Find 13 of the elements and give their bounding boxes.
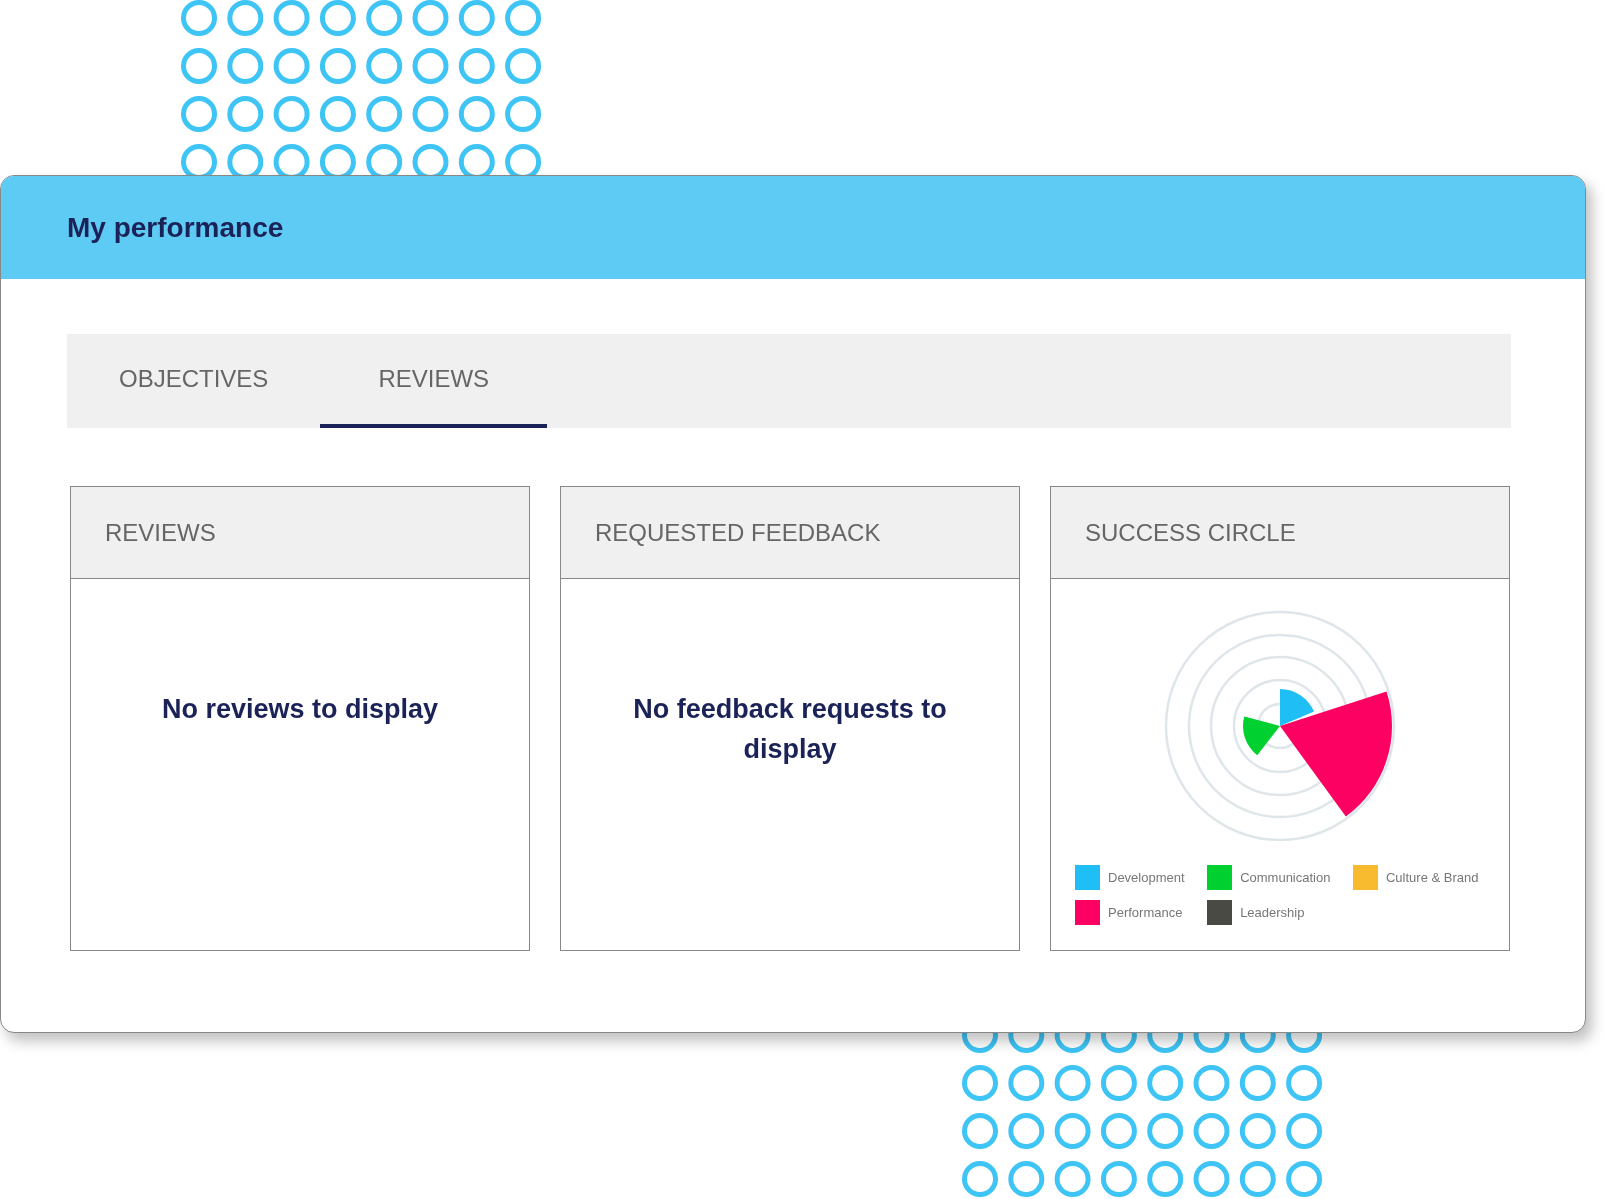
tab[interactable]: OBJECTIVES — [67, 334, 321, 428]
empty-message: No feedback requests to display — [632, 693, 948, 766]
legend-label: Culture & Brand — [1385, 870, 1479, 885]
tab[interactable]: REVIEWS — [320, 334, 548, 428]
legend-label: Leadership — [1240, 905, 1305, 920]
empty-message: No reviews to display — [161, 693, 439, 726]
panel-title: REQUESTED FEEDBACK — [595, 518, 881, 547]
legend-label: Development — [1108, 870, 1185, 885]
legend-label: Communication — [1240, 870, 1331, 885]
panel-title: SUCCESS CIRCLE — [1085, 518, 1296, 547]
window-title: My performance — [67, 211, 284, 244]
panel-title: REVIEWS — [105, 518, 216, 547]
legend-label: Performance — [1108, 905, 1183, 920]
